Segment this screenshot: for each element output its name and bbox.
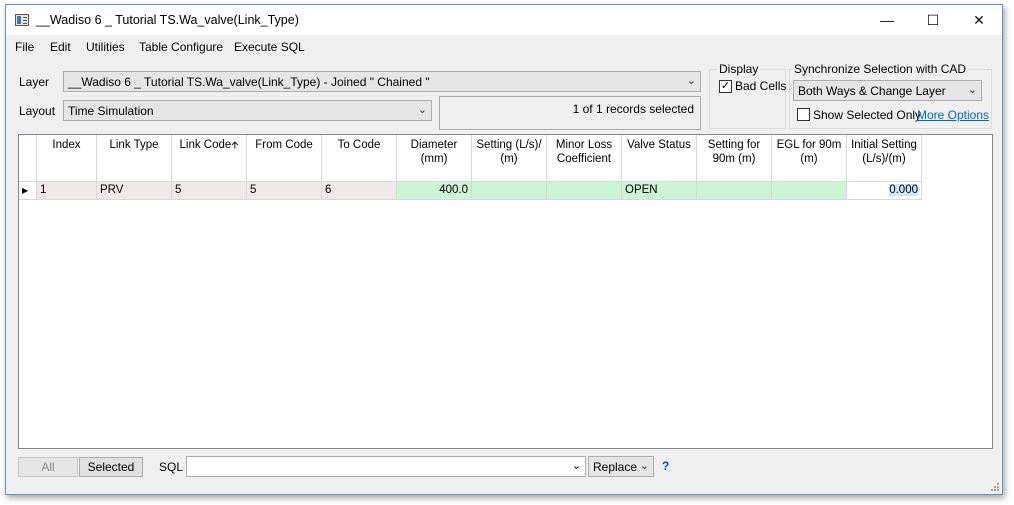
bad-cells-label: Bad Cells bbox=[735, 79, 787, 93]
table-cell[interactable]: PRV bbox=[97, 182, 172, 200]
close-button[interactable]: ✕ bbox=[956, 5, 1002, 35]
column-header-valve-status[interactable]: Valve Status bbox=[622, 135, 697, 182]
minimize-button[interactable]: — bbox=[864, 5, 910, 35]
column-header-label: Setting for 90m (m) bbox=[707, 139, 761, 165]
row-pointer-icon: ▶ bbox=[22, 186, 29, 195]
show-selected-only-label: Show Selected Only bbox=[813, 108, 922, 122]
window-title: __Wadiso 6 _ Tutorial TS.Wa_valve(Link_T… bbox=[36, 13, 299, 27]
sql-label: SQL bbox=[159, 460, 184, 474]
row-selector[interactable]: ▶ bbox=[19, 182, 37, 200]
menu-execute-sql[interactable]: Execute SQL bbox=[234, 40, 305, 54]
sync-group-title: Synchronize Selection with CAD bbox=[792, 62, 969, 76]
column-header-egl-90m[interactable]: EGL for 90m (m) bbox=[772, 135, 847, 182]
column-header-label: To Code bbox=[337, 139, 381, 151]
table-cell[interactable] bbox=[772, 182, 847, 200]
column-header-label: Link Type bbox=[109, 139, 159, 151]
sql-input[interactable]: ⌄ bbox=[186, 456, 586, 477]
app-table-icon bbox=[15, 14, 29, 26]
replace-dropdown-value: Replace bbox=[593, 460, 638, 474]
row-header-corner bbox=[19, 135, 37, 182]
column-header-link-type[interactable]: Link Type bbox=[97, 135, 172, 182]
chevron-down-icon: ⌄ bbox=[686, 75, 696, 87]
column-header-label: Diameter (mm) bbox=[410, 139, 458, 165]
bad-cells-checkbox[interactable]: ✓ bbox=[719, 80, 732, 93]
layout-dropdown-value: Time Simulation bbox=[68, 104, 154, 118]
table-cell[interactable]: 5 bbox=[172, 182, 247, 200]
column-header-label: Setting (L/s)/ (m) bbox=[476, 139, 542, 165]
menu-file[interactable]: File bbox=[15, 40, 34, 54]
maximize-button[interactable]: ☐ bbox=[910, 5, 956, 35]
table-cell[interactable]: OPEN bbox=[622, 182, 697, 200]
resize-grip-icon[interactable] bbox=[990, 482, 1000, 492]
sync-mode-dropdown[interactable]: Both Ways & Change Layer ⌄ bbox=[793, 80, 982, 101]
help-icon[interactable]: ? bbox=[662, 459, 669, 473]
table-cell[interactable] bbox=[472, 182, 547, 200]
column-header-diameter[interactable]: Diameter (mm) bbox=[397, 135, 472, 182]
menu-bar: File Edit Utilities Table Configure Exec… bbox=[6, 35, 1002, 57]
display-group bbox=[709, 69, 786, 129]
table-cell[interactable] bbox=[697, 182, 772, 200]
menu-utilities[interactable]: Utilities bbox=[86, 40, 125, 54]
all-button[interactable]: All bbox=[18, 457, 78, 477]
column-header-setting-90m[interactable]: Setting for 90m (m) bbox=[697, 135, 772, 182]
table-cell[interactable]: 6 bbox=[322, 182, 397, 200]
table-cell[interactable] bbox=[547, 182, 622, 200]
sync-mode-value: Both Ways & Change Layer bbox=[798, 84, 946, 98]
column-header-from-code[interactable]: From Code bbox=[247, 135, 322, 182]
table-cell-active[interactable]: 0.000 bbox=[847, 182, 922, 200]
column-header-initial-setting[interactable]: Initial Setting (L/s)/(m) bbox=[847, 135, 922, 182]
layout-label: Layout bbox=[19, 104, 56, 118]
layer-dropdown-value: __Wadiso 6 _ Tutorial TS.Wa_valve(Link_T… bbox=[68, 75, 430, 89]
table-cell[interactable]: 400.0 bbox=[397, 182, 472, 200]
records-status: 1 of 1 records selected bbox=[439, 96, 701, 130]
column-header-index[interactable]: Index bbox=[37, 135, 97, 182]
column-header-label: EGL for 90m (m) bbox=[776, 139, 842, 165]
selected-button[interactable]: Selected bbox=[79, 457, 143, 477]
display-group-title: Display bbox=[717, 62, 761, 76]
column-header-setting[interactable]: Setting (L/s)/ (m) bbox=[472, 135, 547, 182]
layer-label: Layer bbox=[19, 75, 50, 89]
table-cell[interactable]: 5 bbox=[247, 182, 322, 200]
column-header-label: Initial Setting (L/s)/(m) bbox=[851, 139, 917, 165]
chevron-down-icon: ⌄ bbox=[571, 460, 581, 472]
app-window: __Wadiso 6 _ Tutorial TS.Wa_valve(Link_T… bbox=[5, 4, 1003, 495]
data-table: Index Link Type Link Code🡩 From Code To … bbox=[18, 134, 993, 449]
menu-table-configure[interactable]: Table Configure bbox=[139, 40, 223, 54]
column-header-minor-loss[interactable]: Minor Loss Coefficient bbox=[547, 135, 622, 182]
table-cell[interactable]: 1 bbox=[37, 182, 97, 200]
column-header-link-code[interactable]: Link Code🡩 bbox=[172, 135, 247, 182]
chevron-down-icon: ⌄ bbox=[639, 460, 649, 472]
table-cell-value: 0.000 bbox=[889, 184, 918, 196]
layout-dropdown[interactable]: Time Simulation ⌄ bbox=[63, 100, 432, 121]
column-header-label: From Code bbox=[255, 139, 313, 151]
replace-dropdown[interactable]: Replace ⌄ bbox=[588, 456, 654, 477]
records-status-text: 1 of 1 records selected bbox=[572, 102, 694, 116]
chevron-down-icon: ⌄ bbox=[967, 84, 977, 96]
sort-ascending-icon: 🡩 bbox=[231, 140, 239, 151]
show-selected-only-checkbox[interactable] bbox=[797, 108, 810, 121]
column-header-to-code[interactable]: To Code bbox=[322, 135, 397, 182]
more-options-link[interactable]: More Options bbox=[917, 108, 989, 122]
column-header-label: Index bbox=[52, 139, 81, 151]
layer-dropdown[interactable]: __Wadiso 6 _ Tutorial TS.Wa_valve(Link_T… bbox=[63, 71, 701, 92]
column-header-label: Valve Status bbox=[627, 139, 691, 151]
checkmark-icon: ✓ bbox=[720, 80, 731, 92]
chevron-down-icon: ⌄ bbox=[417, 104, 427, 116]
title-bar: __Wadiso 6 _ Tutorial TS.Wa_valve(Link_T… bbox=[6, 5, 1002, 35]
column-header-label: Minor Loss Coefficient bbox=[555, 139, 613, 165]
bottom-toolbar: All Selected SQL ⌄ Replace ⌄ ? bbox=[6, 451, 1002, 491]
column-header-label: Link Code bbox=[179, 139, 232, 151]
menu-edit[interactable]: Edit bbox=[50, 40, 71, 54]
